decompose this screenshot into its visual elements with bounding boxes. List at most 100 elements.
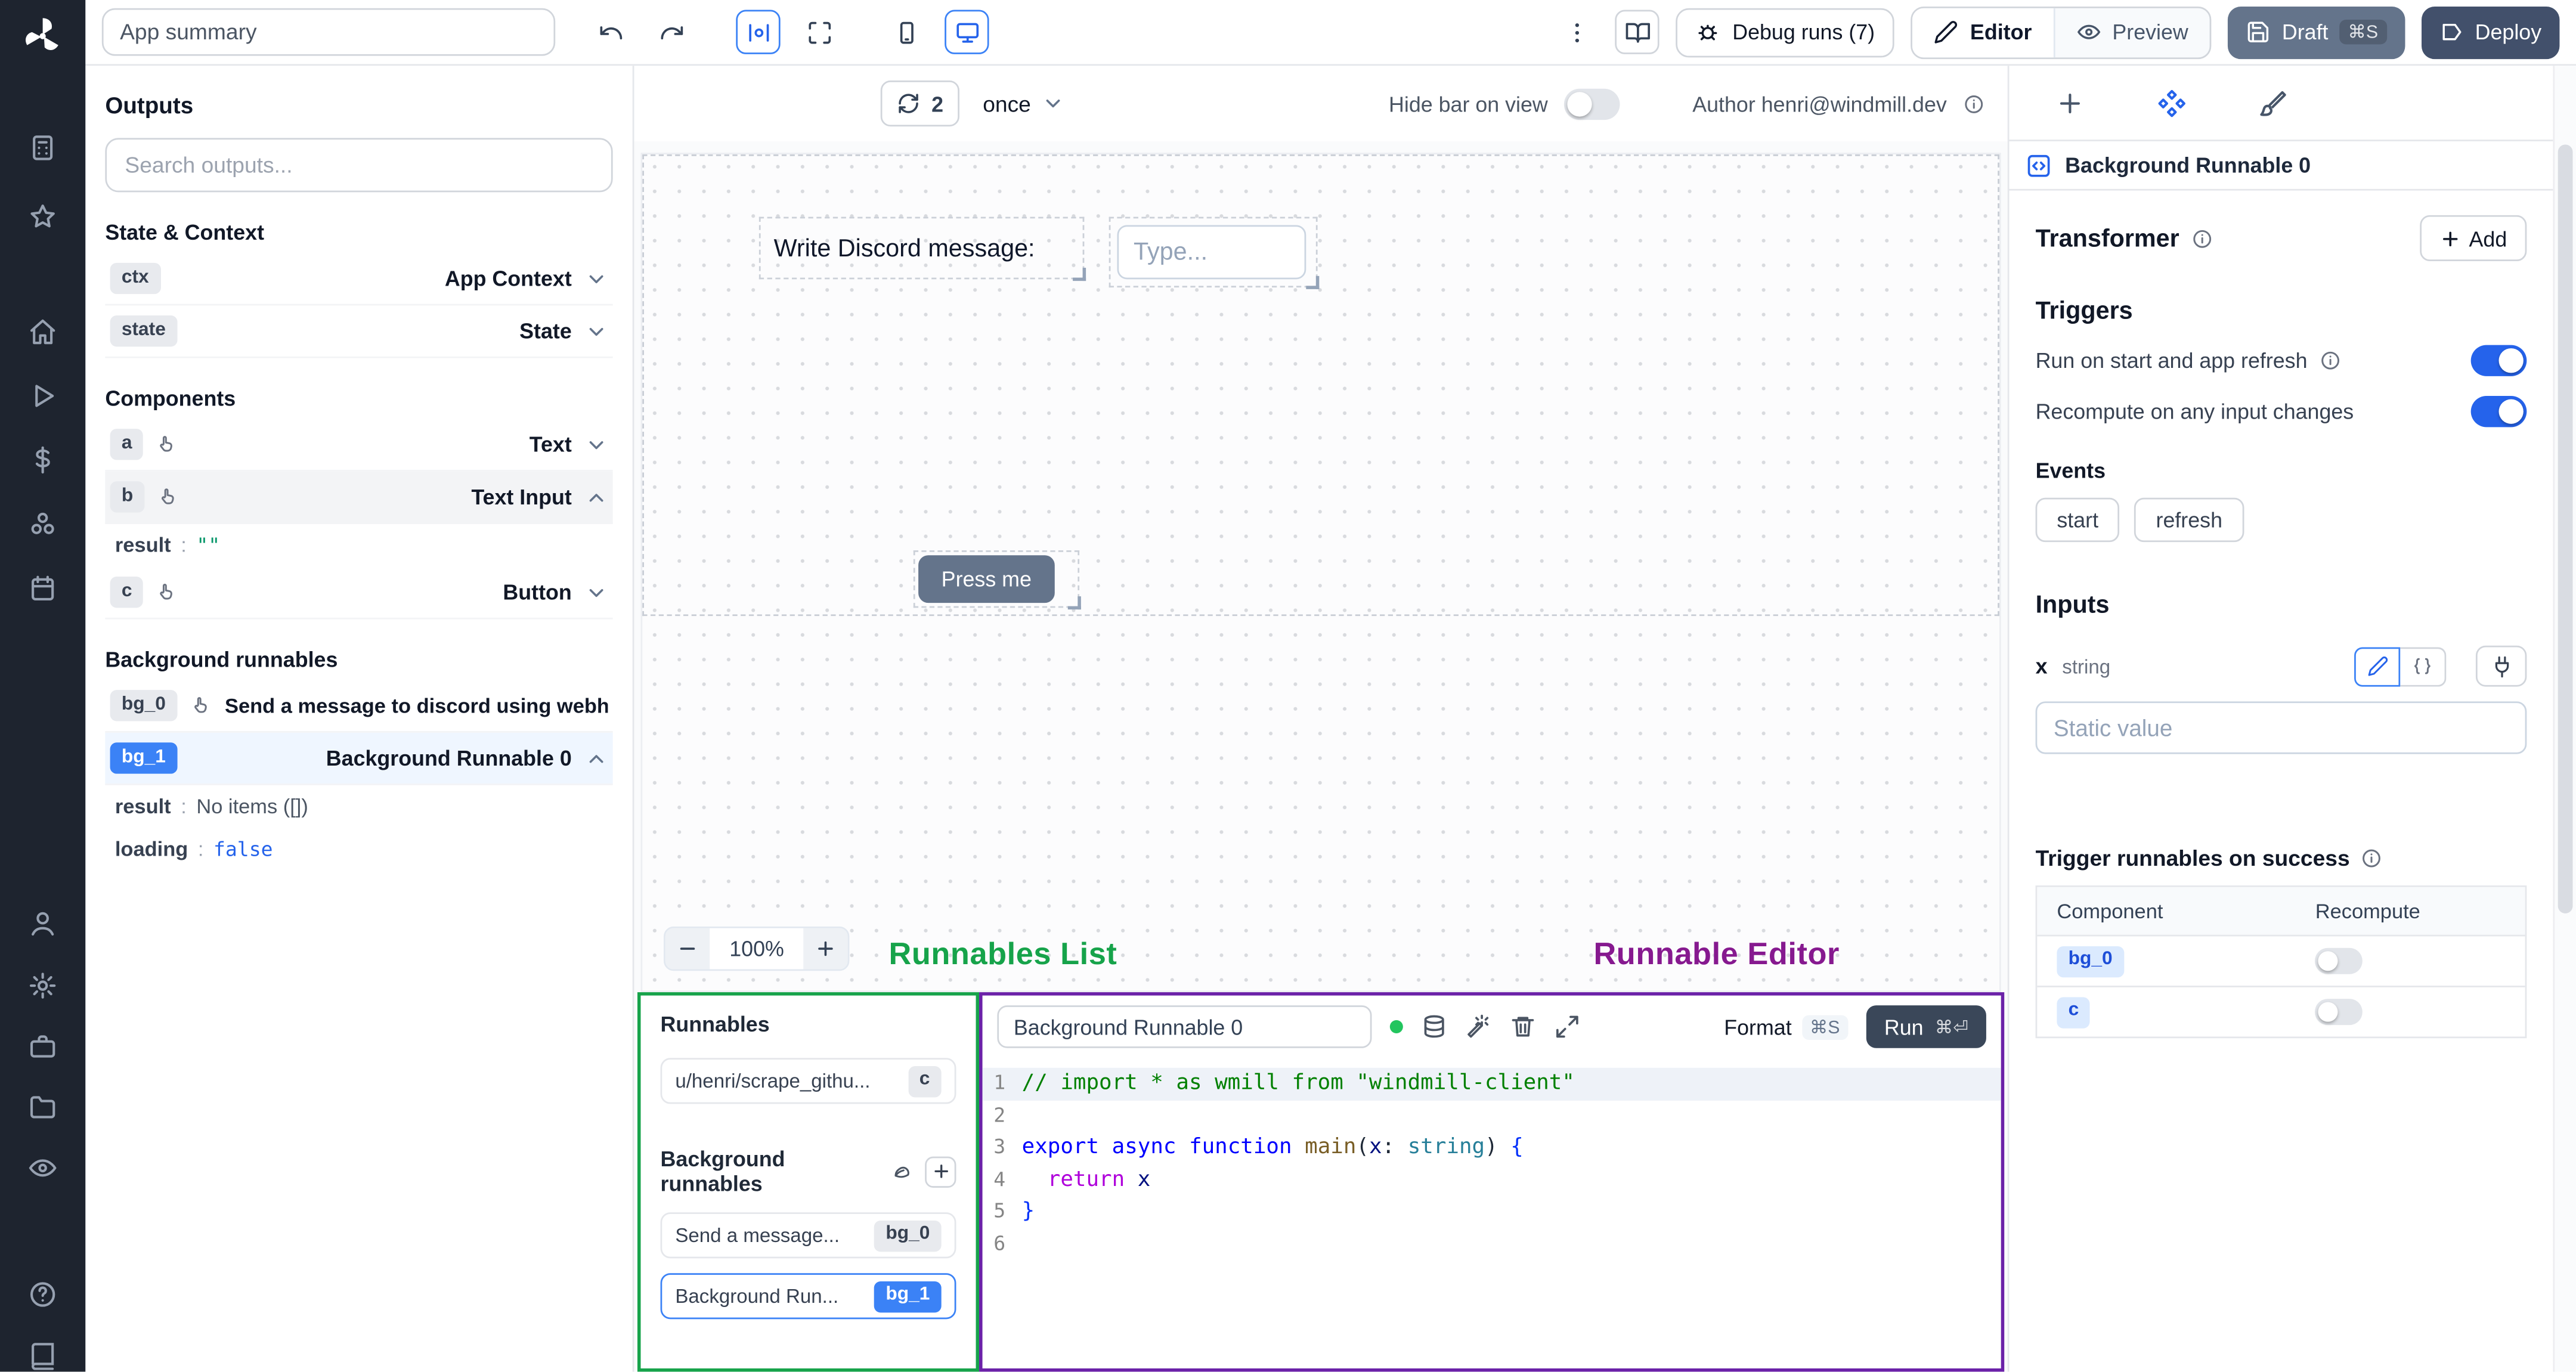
docs-book-icon[interactable]: [23, 1336, 63, 1372]
outputs-search-input[interactable]: [105, 138, 613, 193]
debug-runs-button[interactable]: Debug runs (7): [1676, 7, 1895, 57]
code-editor[interactable]: 1 // import * as wmill from "windmill-cl…: [982, 1058, 2001, 1368]
folders-icon[interactable]: [23, 1088, 63, 1127]
desktop-view-button[interactable]: [945, 10, 989, 54]
resize-handle[interactable]: [1306, 275, 1320, 289]
info-icon[interactable]: [1963, 93, 1984, 114]
recompute-toggle[interactable]: [2470, 395, 2527, 428]
eval-mode-button[interactable]: [2400, 646, 2447, 686]
favorites-star-icon[interactable]: [23, 197, 63, 237]
triggers-heading: Triggers: [2035, 297, 2133, 326]
state-context-heading: State & Context: [105, 220, 265, 245]
button-component[interactable]: Press me: [913, 550, 1081, 610]
redo-button[interactable]: [649, 10, 693, 54]
zoom-out-button[interactable]: [665, 928, 710, 970]
ai-wand-icon[interactable]: [1466, 1014, 1492, 1040]
add-transformer-button[interactable]: Add: [2419, 215, 2527, 262]
runnable-item-bg0[interactable]: Send a message... bg_0: [660, 1212, 956, 1259]
zoom-in-button[interactable]: [803, 928, 849, 970]
recompute-bg0-toggle[interactable]: [2315, 947, 2363, 974]
event-chip-start[interactable]: start: [2035, 497, 2120, 543]
docs-button[interactable]: [1615, 10, 1660, 54]
interval-select[interactable]: once: [983, 91, 1064, 116]
runnable-item-script[interactable]: u/henri/scrape_githu... c: [660, 1058, 956, 1104]
press-me-button[interactable]: Press me: [918, 555, 1055, 603]
chevron-down-icon: [585, 581, 608, 604]
runnable-name-input[interactable]: [997, 1005, 1372, 1048]
resize-handle[interactable]: [1067, 596, 1081, 610]
c-link-badge[interactable]: c: [2057, 996, 2091, 1028]
info-icon[interactable]: [2361, 848, 2383, 869]
deploy-icon: [2439, 20, 2463, 44]
audit-eye-icon[interactable]: [23, 1148, 63, 1188]
workspace-rail: [0, 0, 86, 1372]
hand-pointer-icon: [157, 433, 178, 455]
input-type: string: [2062, 654, 2111, 678]
settings-gear-icon[interactable]: [23, 966, 63, 1005]
info-icon[interactable]: [2191, 228, 2212, 249]
recompute-c-toggle[interactable]: [2315, 999, 2363, 1026]
fit-width-button[interactable]: [736, 10, 781, 54]
hide-bar-toggle[interactable]: [1564, 88, 1621, 119]
new-script-icon[interactable]: [892, 1160, 914, 1182]
deploy-button[interactable]: Deploy: [2420, 5, 2560, 58]
refresh-icon: [897, 92, 920, 115]
text-component[interactable]: Write Discord message:: [758, 216, 1086, 281]
tab-styling[interactable]: [2259, 88, 2289, 117]
static-value-mode-button[interactable]: [2354, 646, 2401, 686]
output-row-state[interactable]: state State: [105, 305, 613, 358]
tab-editor[interactable]: Editor: [1912, 7, 2055, 57]
app-summary-input[interactable]: [101, 8, 556, 56]
tab-preview[interactable]: Preview: [2055, 7, 2210, 57]
static-value-input[interactable]: [2035, 701, 2527, 754]
user-icon[interactable]: [23, 903, 63, 943]
scrollbar-thumb[interactable]: [2558, 144, 2573, 913]
run-button[interactable]: Run ⌘⏎: [1866, 1005, 1986, 1048]
trigger-success-row: Trigger runnables on success: [2036, 846, 2527, 871]
workers-briefcase-icon[interactable]: [23, 1027, 63, 1066]
add-background-runnable-button[interactable]: [925, 1156, 956, 1187]
connect-input-plug-button[interactable]: [2475, 645, 2527, 687]
output-row-ctx[interactable]: ctx App Context: [105, 253, 613, 306]
tab-component-settings[interactable]: [2157, 88, 2187, 117]
delete-trash-icon[interactable]: [1510, 1014, 1536, 1040]
app-canvas[interactable]: Write Discord message: Press me: [640, 153, 2001, 993]
resources-icon[interactable]: [23, 504, 63, 544]
event-chip-refresh[interactable]: refresh: [2134, 497, 2244, 543]
component-b-result: result : "": [114, 534, 221, 557]
fullscreen-button[interactable]: [797, 10, 841, 54]
info-icon[interactable]: [2319, 350, 2340, 371]
undo-button[interactable]: [588, 10, 632, 54]
tab-insert-component[interactable]: [2055, 88, 2085, 117]
run-on-start-toggle[interactable]: [2470, 345, 2527, 376]
cache-icon[interactable]: [1421, 1014, 1447, 1040]
apps-icon[interactable]: [23, 128, 63, 168]
ctx-badge: ctx: [110, 262, 160, 295]
component-c-badge: c: [908, 1065, 942, 1097]
bg0-link-badge[interactable]: bg_0: [2057, 945, 2124, 977]
runs-icon[interactable]: [23, 376, 63, 416]
output-row-component-c[interactable]: c Button: [105, 567, 613, 620]
canvas-area: 2 once Hide bar on view Author henri@win…: [634, 66, 2008, 1372]
output-row-component-a[interactable]: a Text: [105, 419, 613, 472]
output-row-bg0[interactable]: bg_0 Send a message to discord using web…: [105, 680, 613, 733]
mobile-view-button[interactable]: [884, 10, 928, 54]
schedules-icon[interactable]: [23, 568, 63, 608]
resize-handle[interactable]: [1073, 268, 1086, 281]
format-button[interactable]: Format ⌘S: [1724, 1014, 1849, 1039]
help-icon[interactable]: [23, 1275, 63, 1314]
discord-message-input[interactable]: [1117, 225, 1306, 280]
refresh-button[interactable]: 2: [880, 80, 960, 127]
app-grid-container[interactable]: Write Discord message: Press me: [642, 154, 1999, 617]
runnable-item-bg1-selected[interactable]: Background Run... bg_1: [660, 1273, 956, 1320]
text-input-component[interactable]: [1109, 216, 1320, 289]
output-row-component-b[interactable]: b Text Input: [105, 471, 613, 524]
draft-button[interactable]: Draft ⌘S: [2227, 5, 2405, 58]
expand-editor-icon[interactable]: [1554, 1014, 1580, 1040]
output-row-bg1[interactable]: bg_1 Background Runnable 0: [105, 732, 613, 785]
more-menu-button[interactable]: [1555, 10, 1599, 54]
runnables-list-annotation: Runnables List: [888, 938, 1117, 973]
windmill-logo-icon[interactable]: [20, 13, 66, 59]
variables-icon[interactable]: [23, 440, 63, 479]
home-icon[interactable]: [23, 312, 63, 351]
